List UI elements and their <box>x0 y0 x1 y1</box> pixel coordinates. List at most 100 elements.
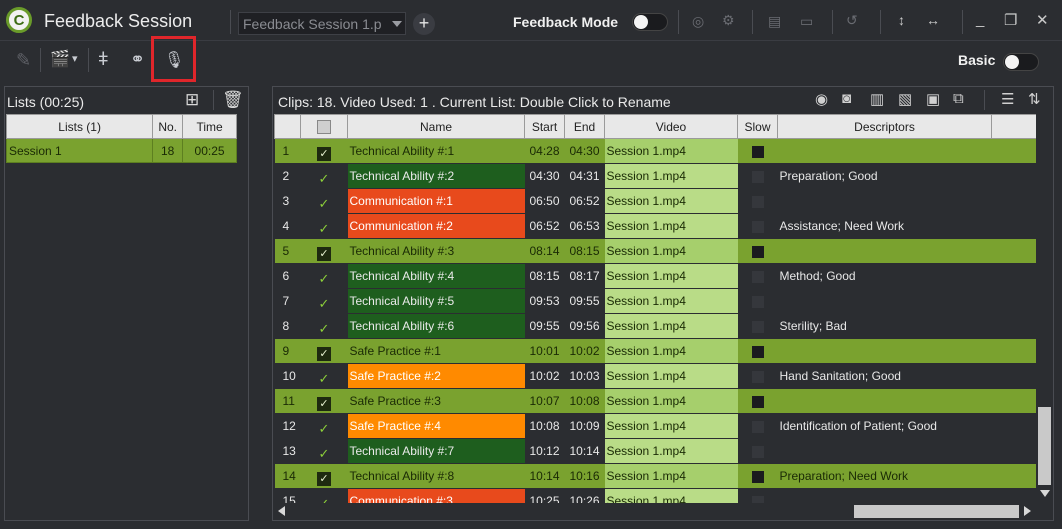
slow-checkbox[interactable] <box>751 470 764 483</box>
layout-bottom-icon[interactable]: ▭ <box>800 13 813 30</box>
chevron-down-icon[interactable]: ▾ <box>72 52 78 65</box>
slow-checkbox[interactable] <box>751 195 764 208</box>
check-icon[interactable]: ✓ <box>317 321 331 336</box>
lists-col-time[interactable]: Time <box>182 114 237 139</box>
slow-checkbox[interactable] <box>751 295 764 308</box>
clip-slow-cell[interactable] <box>737 463 778 489</box>
pen-icon[interactable]: ✎ <box>16 50 31 71</box>
add-list-icon[interactable]: ⊞ <box>185 90 199 110</box>
clip-row[interactable]: 1 ✓ Technical Ability #:1 04:28 04:30 Session… <box>274 138 1036 164</box>
share-icon[interactable]: ⧉ <box>953 90 964 107</box>
clip-name[interactable]: Safe Practice #:3 <box>347 388 525 414</box>
check-icon[interactable]: ✓ <box>317 271 331 286</box>
select-all-checkbox[interactable] <box>317 120 331 134</box>
clip-descriptors[interactable]: Preparation; Good <box>777 163 992 189</box>
slow-checkbox[interactable] <box>751 145 764 158</box>
clip-descriptors[interactable] <box>777 238 992 264</box>
slow-checkbox[interactable] <box>751 420 764 433</box>
clip-descriptors[interactable] <box>777 138 992 164</box>
clip-row[interactable]: 14 ✓ Technical Ability #:8 10:14 10:16 Sessio… <box>274 463 1036 489</box>
clip-row[interactable]: 2 ✓ Technical Ability #:2 04:30 04:31 Session… <box>274 163 1036 189</box>
history-icon[interactable]: ↺ <box>846 12 858 29</box>
check-icon[interactable]: ✓ <box>317 296 331 311</box>
clip-slow-cell[interactable] <box>737 288 778 314</box>
clips-header[interactable]: Clips: 18. Video Used: 1 . Current List:… <box>278 94 671 110</box>
clip-name[interactable]: Safe Practice #:4 <box>347 413 525 439</box>
clip-descriptors[interactable] <box>777 488 992 503</box>
check-icon[interactable]: ✓ <box>317 446 331 461</box>
clip-select-cell[interactable]: ✓ <box>300 438 348 464</box>
clip-descriptors[interactable]: Hand Sanitation; Good <box>777 363 992 389</box>
clip-slow-cell[interactable] <box>737 313 778 339</box>
export-icon[interactable]: ▣ <box>926 90 940 108</box>
col-select-all[interactable] <box>300 114 348 139</box>
link-icon[interactable]: ⚭ <box>130 49 145 70</box>
col-name[interactable]: Name <box>347 114 525 139</box>
clip-row[interactable]: 3 ✓ Communication #:1 06:50 06:52 Session 1.m… <box>274 188 1036 214</box>
clip-name[interactable]: Technical Ability #:1 <box>347 138 525 164</box>
clip-slow-cell[interactable] <box>737 338 778 364</box>
col-number[interactable] <box>274 114 301 139</box>
scroll-left-icon[interactable] <box>278 506 285 516</box>
restore-button[interactable]: ❐ <box>1004 11 1017 29</box>
slow-checkbox[interactable] <box>751 370 764 383</box>
clip-name[interactable]: Safe Practice #:2 <box>347 363 525 389</box>
scroll-down-icon[interactable] <box>1040 490 1050 497</box>
scroll-right-icon[interactable] <box>1024 506 1031 516</box>
close-button[interactable]: ✕ <box>1036 11 1049 29</box>
vertical-scrollbar[interactable] <box>1036 114 1053 503</box>
clip-name[interactable]: Technical Ability #:7 <box>347 438 525 464</box>
feedback-mode-toggle[interactable] <box>632 13 668 31</box>
clip-slow-cell[interactable] <box>737 188 778 214</box>
clip-select-cell[interactable]: ✓ <box>300 188 348 214</box>
camera-icon[interactable]: ◙ <box>842 90 851 107</box>
clip-name[interactable]: Technical Ability #:8 <box>347 463 525 489</box>
clip-slow-cell[interactable] <box>737 413 778 439</box>
col-end[interactable]: End <box>564 114 605 139</box>
clip-name[interactable]: Technical Ability #:5 <box>347 288 525 314</box>
clip-row[interactable]: 9 ✓ Safe Practice #:1 10:01 10:02 Session 1.m… <box>274 338 1036 364</box>
check-icon[interactable]: ✓ <box>317 371 331 386</box>
check-icon[interactable]: ✓ <box>317 346 331 361</box>
clip-select-cell[interactable]: ✓ <box>300 213 348 239</box>
resize-vertical-icon[interactable]: ↕ <box>898 12 905 28</box>
clip-select-cell[interactable]: ✓ <box>300 463 348 489</box>
clip-select-cell[interactable]: ✓ <box>300 413 348 439</box>
check-icon[interactable]: ✓ <box>317 221 331 236</box>
clip-select-cell[interactable]: ✓ <box>300 338 348 364</box>
col-descriptors[interactable]: Descriptors <box>777 114 992 139</box>
clip-slow-cell[interactable] <box>737 213 778 239</box>
clip-descriptors[interactable]: Preparation; Need Work <box>777 463 992 489</box>
slow-checkbox[interactable] <box>751 395 764 408</box>
slow-checkbox[interactable] <box>751 320 764 333</box>
clip-slow-cell[interactable] <box>737 438 778 464</box>
clip-select-cell[interactable]: ✓ <box>300 388 348 414</box>
slow-checkbox[interactable] <box>751 345 764 358</box>
clip-descriptors[interactable]: Method; Good <box>777 263 992 289</box>
horizontal-scroll-thumb[interactable] <box>854 505 1019 518</box>
clip-row[interactable]: 8 ✓ Technical Ability #:6 09:55 09:56 Session… <box>274 313 1036 339</box>
clip-select-cell[interactable]: ✓ <box>300 363 348 389</box>
vertical-scroll-thumb[interactable] <box>1038 407 1051 485</box>
clip-select-cell[interactable]: ✓ <box>300 238 348 264</box>
clip-slow-cell[interactable] <box>737 488 778 503</box>
check-icon[interactable]: ✓ <box>317 396 331 411</box>
check-icon[interactable]: ✓ <box>317 496 331 504</box>
clip-slow-cell[interactable] <box>737 388 778 414</box>
clip-descriptors[interactable]: Sterility; Bad <box>777 313 992 339</box>
clip-descriptors[interactable] <box>777 438 992 464</box>
slow-checkbox[interactable] <box>751 220 764 233</box>
clip-descriptors[interactable]: Identification of Patient; Good <box>777 413 992 439</box>
clip-select-cell[interactable]: ✓ <box>300 313 348 339</box>
voice-icon[interactable]: ◉ <box>815 90 828 108</box>
col-video[interactable]: Video <box>604 114 738 139</box>
clip-name[interactable]: Communication #:1 <box>347 188 525 214</box>
slow-checkbox[interactable] <box>751 170 764 183</box>
clip-descriptors[interactable] <box>777 338 992 364</box>
instagram-icon[interactable]: ◎ <box>692 13 704 30</box>
basic-mode-toggle[interactable] <box>1003 53 1039 71</box>
clip-row[interactable]: 12 ✓ Safe Practice #:4 10:08 10:09 Session 1.… <box>274 413 1036 439</box>
image-icon[interactable]: ▧ <box>898 90 912 108</box>
clip-select-cell[interactable]: ✓ <box>300 263 348 289</box>
session-tab-select[interactable]: Feedback Session 1.p <box>238 12 406 35</box>
